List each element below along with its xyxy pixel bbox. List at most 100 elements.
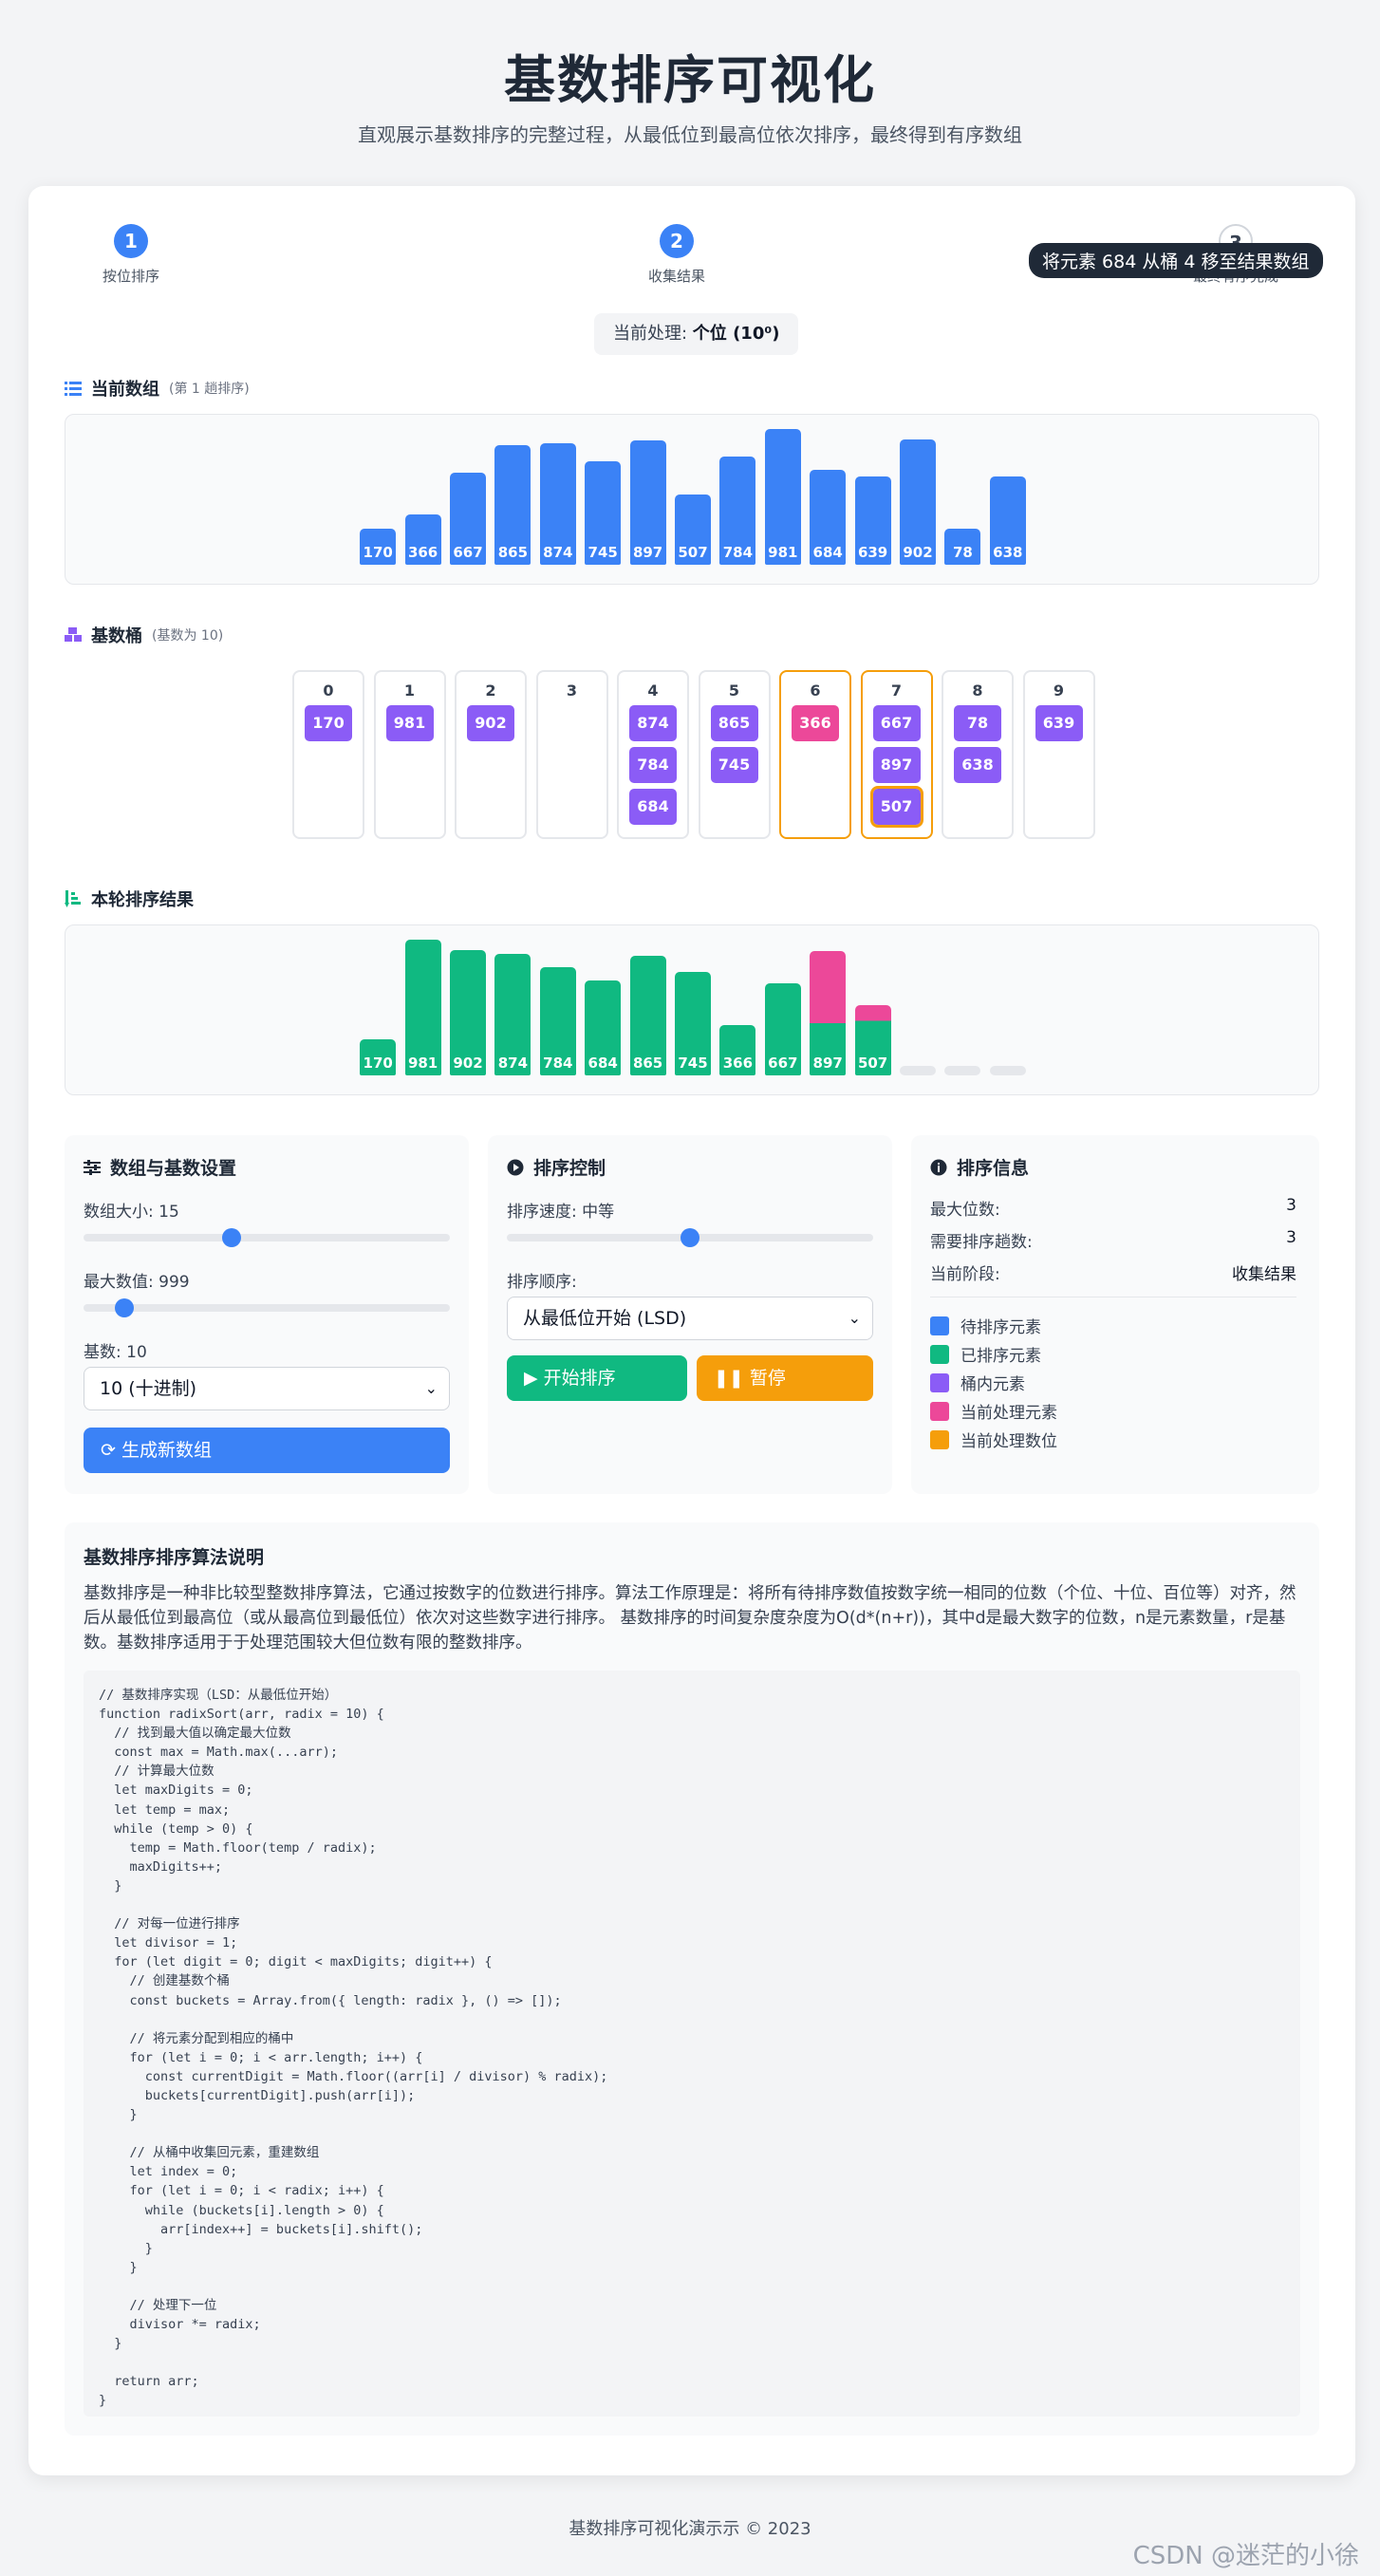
bucket-1: 1 981 <box>373 670 446 839</box>
bucket-label: 5 <box>728 681 740 700</box>
array-bar: 874 <box>539 443 576 565</box>
legend-item: 当前处理元素 <box>930 1399 1057 1423</box>
page-header: 基数排序可视化 直观展示基数排序的完整过程，从最低位到最高位依次排序，最终得到有… <box>0 0 1380 190</box>
bucket-8: 8 78 638 <box>942 670 1014 839</box>
bucket-title: 基数桶 <box>91 626 142 646</box>
array-bar-label: 874 <box>543 544 573 561</box>
array-size-knob[interactable] <box>222 1228 242 1247</box>
page-title: 基数排序可视化 <box>504 50 876 110</box>
array-title: 当前数组 <box>91 380 159 400</box>
result-empty-slot <box>900 1066 936 1075</box>
legend-label: 桶内元素 <box>960 1375 1025 1394</box>
page-subtitle: 直观展示基数排序的完整过程，从最低位到最高位依次排序，最终得到有序数组 <box>358 123 1022 146</box>
legend-label: 已排序元素 <box>960 1347 1041 1366</box>
result-bar-label: 745 <box>678 1055 708 1072</box>
result-bar: 684 <box>585 980 622 1075</box>
speed-knob[interactable] <box>681 1228 699 1247</box>
order-label: 排序顺序: <box>507 1273 577 1292</box>
info-heading: 排序信息 <box>930 1154 1029 1180</box>
info-key: 当前阶段: <box>930 1265 1000 1284</box>
info-value: 3 <box>1286 1196 1296 1215</box>
sliders-icon <box>84 1159 101 1175</box>
bucket-item: 639 <box>1035 705 1083 741</box>
explain-title: 基数排序排序算法说明 <box>84 1547 265 1568</box>
array-bar-label: 366 <box>407 544 438 561</box>
bucket-item: 981 <box>385 705 434 741</box>
order-select[interactable]: 从最低位开始 (LSD) ⌄ <box>507 1297 873 1340</box>
info-stage: 当前阶段: 收集结果 <box>930 1260 1296 1284</box>
result-bar-label: 507 <box>857 1055 888 1072</box>
radix-select[interactable]: 10 (十进制) ⌄ <box>84 1367 450 1410</box>
info-key: 需要排序趟数: <box>930 1233 1033 1252</box>
array-bar: 366 <box>404 513 441 565</box>
result-bar: 745 <box>675 972 711 1075</box>
legend-item: 当前处理数位 <box>930 1428 1057 1451</box>
array-bar: 745 <box>585 461 622 565</box>
start-sort-button[interactable]: ▶ 开始排序 <box>507 1355 687 1401</box>
legend-swatch <box>930 1372 949 1392</box>
info-max-digits: 最大位数: 3 <box>930 1196 1296 1220</box>
max-value-slider[interactable] <box>84 1298 450 1317</box>
refresh-icon: ⟳ <box>101 1440 121 1461</box>
order-select-value: 从最低位开始 (LSD) <box>523 1308 687 1329</box>
bucket-label: 1 <box>403 681 416 700</box>
watermark: CSDN @迷茫的小徐 <box>1132 2542 1359 2570</box>
bucket-item: 874 <box>629 705 677 741</box>
array-size-slider[interactable] <box>84 1228 450 1247</box>
bucket-item: 902 <box>467 705 514 741</box>
array-bar-label: 638 <box>993 544 1023 561</box>
bucket-item: 667 <box>872 705 921 741</box>
play-icon: ▶ <box>524 1368 544 1389</box>
bucket-label: 8 <box>972 681 983 700</box>
step-1-label: 按位排序 <box>102 268 159 285</box>
explain-text: 基数排序是一种非比较型整数排序算法，它通过按数字的位数进行排序。算法工作原理是：… <box>84 1584 1296 1652</box>
current-array-chart: 170 366 667 865 874 745 897 507 784 981 684 639 902 7… <box>65 414 1319 585</box>
result-bar-label: 684 <box>587 1055 618 1072</box>
array-bar-label: 78 <box>952 544 973 561</box>
play-circle-icon <box>507 1159 524 1175</box>
legend-item: 待排序元素 <box>930 1314 1041 1337</box>
settings-title: 数组与基数设置 <box>110 1158 237 1179</box>
status-tooltip: 将元素 684 从桶 4 移至结果数组 <box>1029 243 1323 278</box>
bucket-label: 2 <box>485 681 496 700</box>
legend-label: 当前处理数位 <box>960 1432 1057 1451</box>
bucket-label: 3 <box>566 681 578 700</box>
max-value-knob[interactable] <box>115 1298 135 1317</box>
array-bar: 639 <box>854 476 891 565</box>
pause-button[interactable]: ❚❚ 暂停 <box>697 1355 873 1401</box>
bucket-item: 638 <box>954 747 1001 783</box>
bucket-3: 3 <box>535 670 608 839</box>
bucket-label: 4 <box>647 681 659 700</box>
array-bar: 981 <box>764 428 801 565</box>
array-bar: 507 <box>675 494 711 565</box>
bucket-0: 0 170 <box>292 670 364 839</box>
radix-select-value: 10 (十进制) <box>100 1378 197 1399</box>
result-bar: 902 <box>450 950 486 1075</box>
bucket-section-title: 基数桶 (基数为 10) <box>65 623 223 647</box>
array-bar-label: 639 <box>857 544 888 561</box>
step-2-circle: 2 <box>660 224 694 258</box>
array-bar-label: 865 <box>497 544 529 561</box>
result-bar-label: 366 <box>722 1055 754 1072</box>
legend-item: 已排序元素 <box>930 1342 1041 1366</box>
generate-array-button[interactable]: ⟳ 生成新数组 <box>84 1428 450 1473</box>
step-2-label: 收集结果 <box>647 268 705 285</box>
array-bar-label: 981 <box>768 544 798 561</box>
result-chart: 170 981 902 874 784 684 865 745 366 667 897 507 <box>65 924 1319 1095</box>
bucket-9: 9 639 <box>1022 670 1095 839</box>
array-bar: 684 <box>810 470 847 565</box>
step-1: 1 按位排序 <box>55 224 207 286</box>
bucket-4: 4 874 784 684 <box>617 670 689 839</box>
info-passes: 需要排序趟数: 3 <box>930 1228 1296 1252</box>
control-title: 排序控制 <box>533 1158 606 1179</box>
bucket-item: 78 <box>954 705 1001 741</box>
array-bar-label: 897 <box>632 544 663 561</box>
current-digit-value: 个位 (10⁰) <box>692 324 780 344</box>
code-block: // 基数排序实现（LSD：从最低位开始） function radixSort… <box>84 1671 1300 2417</box>
speed-slider[interactable] <box>507 1228 873 1247</box>
generate-array-label: 生成新数组 <box>121 1440 212 1461</box>
speed-label: 排序速度: 中等 <box>507 1203 615 1222</box>
result-bar: 865 <box>629 955 666 1075</box>
array-bar-label: 745 <box>587 544 618 561</box>
array-bar: 865 <box>494 444 531 565</box>
